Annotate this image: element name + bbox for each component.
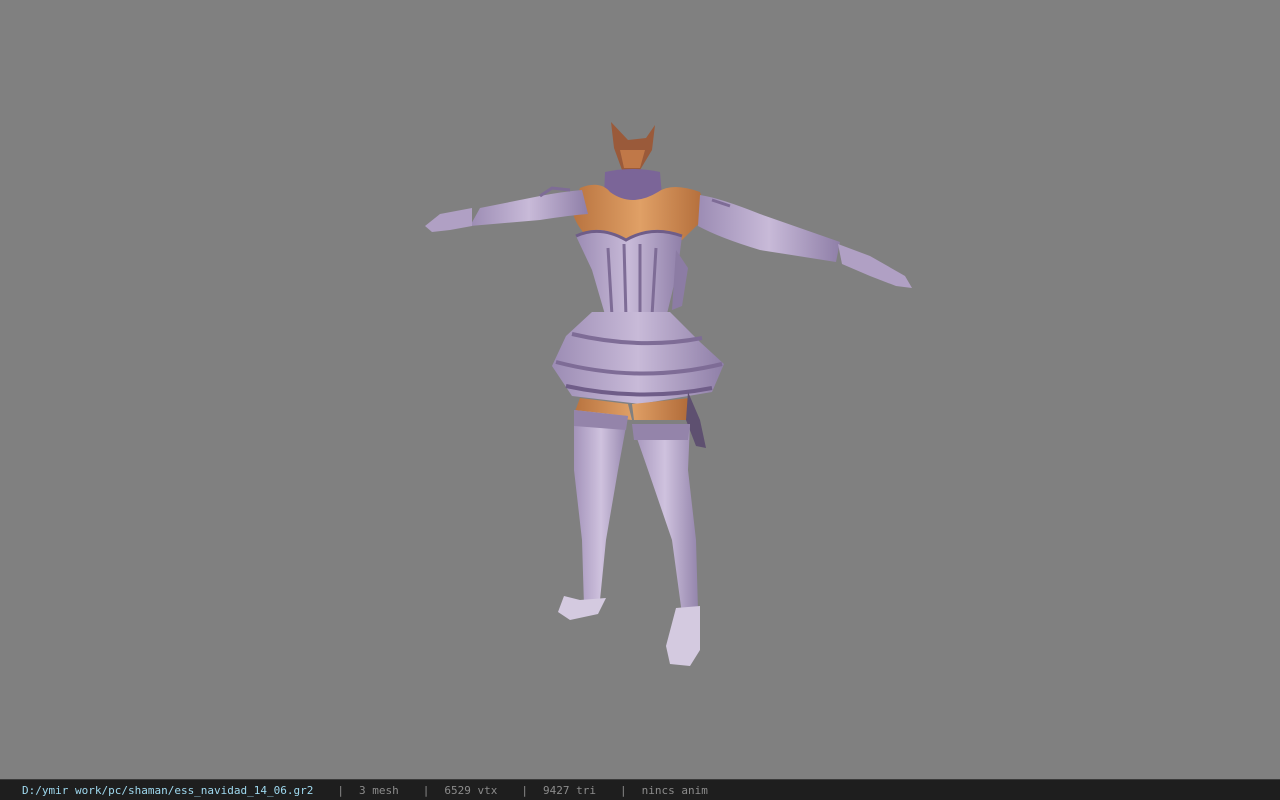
corset — [575, 229, 683, 319]
separator: | — [422, 783, 430, 797]
left-arm — [425, 186, 588, 232]
left-leg — [558, 410, 628, 620]
character-model — [425, 122, 912, 666]
animation-status: nincs anim — [641, 783, 708, 797]
right-arm — [698, 195, 912, 288]
triangle-count: 9427 tri — [543, 783, 596, 797]
separator: | — [620, 783, 627, 797]
file-path: D:/ymir work/pc/shaman/ess_navidad_14_06… — [22, 783, 314, 797]
status-bar: D:/ymir work/pc/shaman/ess_navidad_14_06… — [0, 779, 1280, 800]
skirt — [552, 312, 724, 404]
3d-viewport[interactable] — [0, 0, 1280, 779]
right-leg — [632, 424, 700, 666]
separator: | — [337, 783, 345, 797]
mesh-count: 3 mesh — [359, 783, 399, 797]
separator: | — [521, 783, 529, 797]
vertex-count: 6529 vtx — [444, 783, 498, 797]
head-piece — [611, 122, 655, 170]
